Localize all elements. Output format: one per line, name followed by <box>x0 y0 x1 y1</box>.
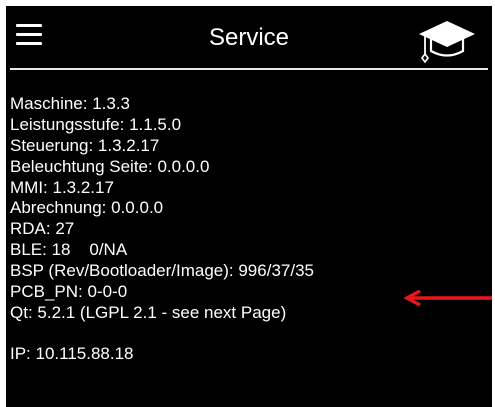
info-line-ble: BLE: 18 0/NA <box>10 240 128 260</box>
info-line-leistungsstufe: Leistungsstufe: 1.1.5.0 <box>10 114 182 134</box>
device-screen: Service Maschine: 1.3.3 Leistungsstufe: … <box>6 6 492 407</box>
info-line-abrechnung: Abrechnung: 0.0.0.0 <box>10 198 164 218</box>
header-divider <box>10 68 488 70</box>
info-line-rda: RDA: 27 <box>10 219 75 239</box>
header-bar: Service <box>6 6 492 70</box>
info-line-steuerung: Steuerung: 1.3.2.17 <box>10 135 160 155</box>
version-info-list: Maschine: 1.3.3 Leistungsstufe: 1.1.5.0 … <box>10 94 480 365</box>
info-line-ip: IP: 10.115.88.18 <box>10 343 134 363</box>
info-line-beleuchtung: Beleuchtung Seite: 0.0.0.0 <box>10 156 210 176</box>
info-line-mmi: MMI: 1.3.2.17 <box>10 177 114 197</box>
info-line-bsp: BSP (Rev/Bootloader/Image): 996/37/35 <box>10 261 314 281</box>
graduation-cap-icon[interactable] <box>416 18 478 64</box>
info-line-qt: Qt: 5.2.1 (LGPL 2.1 - see next Page) <box>10 302 287 322</box>
red-arrow-icon <box>403 289 492 307</box>
info-line-maschine: Maschine: 1.3.3 <box>10 94 131 113</box>
